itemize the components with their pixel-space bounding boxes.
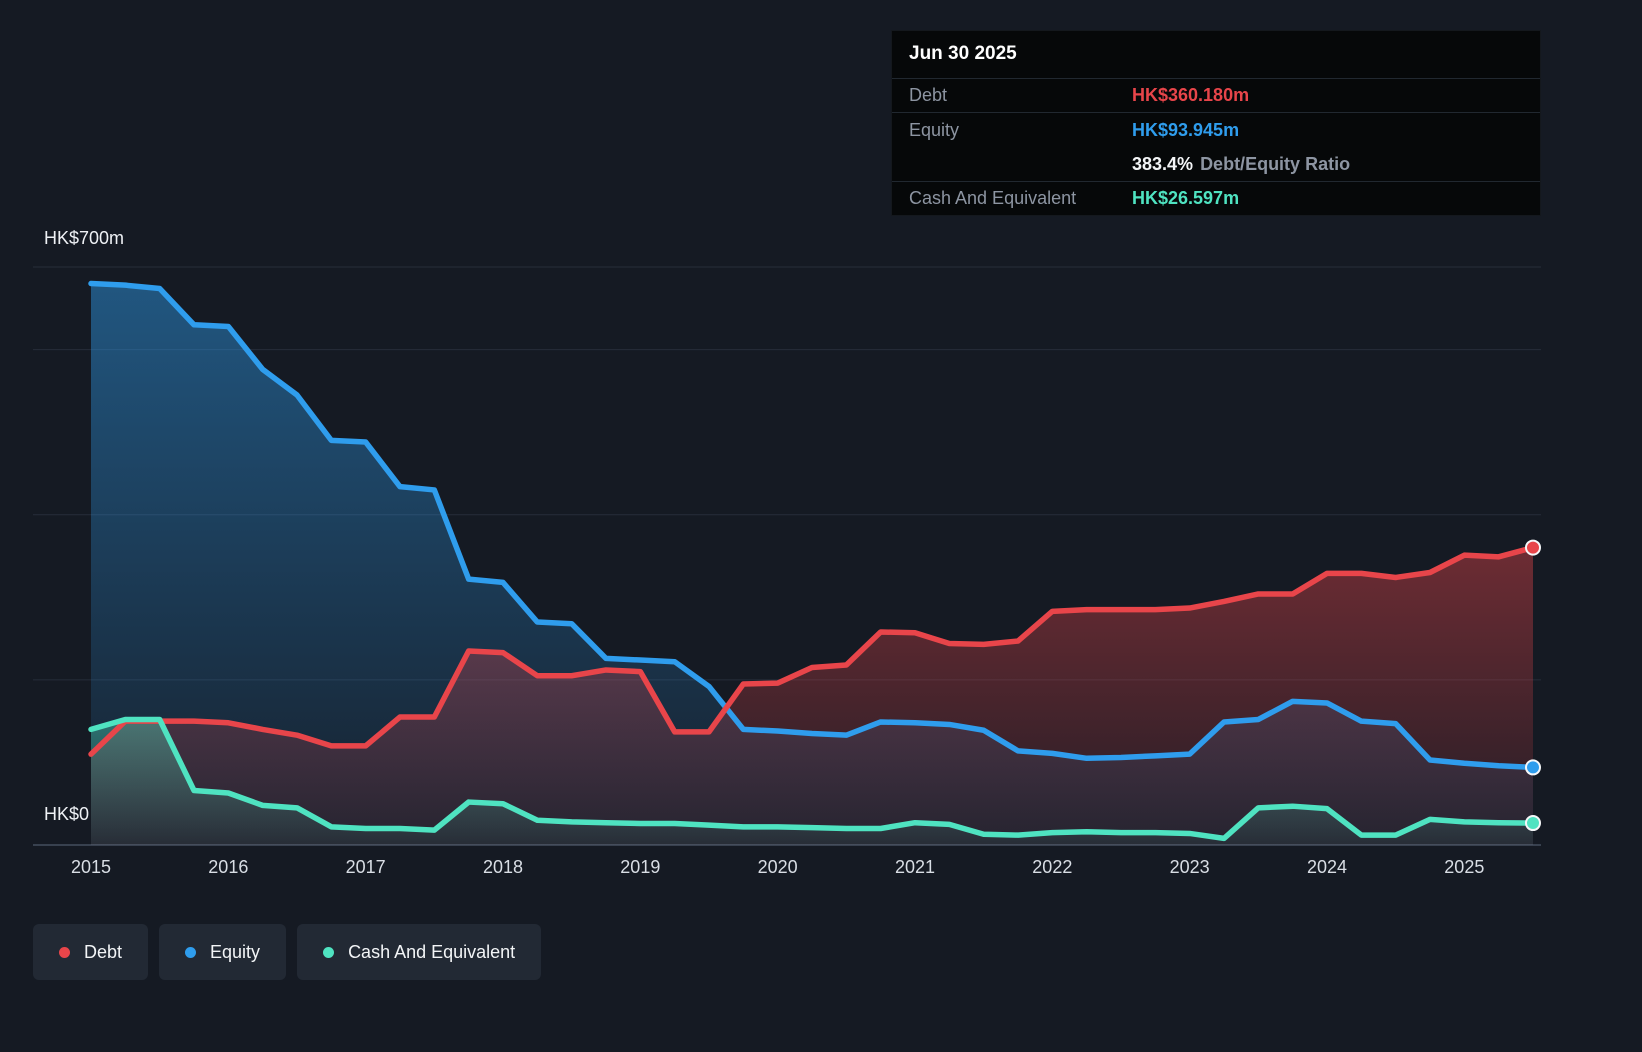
tooltip-ratio-text: 383.4% Debt/Equity Ratio [1132, 154, 1350, 175]
tooltip-debt-row: Debt HK$360.180m [892, 79, 1540, 113]
tooltip-date: Jun 30 2025 [892, 31, 1540, 79]
equity-end-marker [1525, 759, 1541, 776]
x-tick-2016: 2016 [208, 857, 249, 877]
x-tick-2024: 2024 [1306, 857, 1348, 877]
tooltip-equity-value: HK$93.945m [1132, 119, 1240, 140]
legend-item-cash[interactable]: Cash And Equivalent [297, 924, 542, 980]
data-tooltip: Jun 30 2025 Debt HK$360.180m Equity HK$9… [891, 30, 1541, 216]
tooltip-ratio-label: Debt/Equity Ratio [1200, 153, 1351, 174]
x-tick-2021: 2021 [894, 857, 936, 877]
legend-item-debt[interactable]: Debt [33, 924, 149, 980]
legend-item-equity[interactable]: Equity [159, 924, 287, 980]
tooltip-debt-value: HK$360.180m [1132, 85, 1250, 105]
x-tick-2018: 2018 [482, 857, 524, 877]
cash-end-marker [1525, 815, 1541, 832]
chart-canvas: HK$700m HK$0 2015 2016 2017 2018 2019 2020 202… [0, 0, 1642, 1052]
tooltip-ratio-value: 383.4% [1132, 153, 1194, 174]
x-tick-2023: 2023 [1169, 857, 1210, 877]
legend: Debt Equity Cash And Equivalent [33, 924, 542, 980]
x-tick-2020: 2020 [757, 857, 798, 877]
tooltip-cash-value: HK$26.597m [1132, 188, 1240, 208]
debt-legend-label: Debt [84, 941, 123, 962]
cash-legend-dot-icon [323, 946, 335, 958]
x-tick-2025: 2025 [1444, 857, 1485, 877]
x-tick-2015: 2015 [70, 857, 112, 877]
x-tick-2017: 2017 [345, 857, 386, 877]
y-axis-zero-label: HK$0 [44, 804, 90, 824]
tooltip-equity-row: Equity HK$93.945m [892, 113, 1540, 147]
debt-end-marker [1525, 539, 1541, 556]
tooltip-cash-row: Cash And Equivalent HK$26.597m [892, 181, 1540, 215]
tooltip-ratio-row: 383.4% Debt/Equity Ratio [892, 147, 1540, 181]
cash-legend-label: Cash And Equivalent [348, 941, 516, 962]
x-tick-2019: 2019 [620, 857, 661, 877]
x-tick-2022: 2022 [1032, 857, 1073, 877]
tooltip-equity-label: Equity [909, 119, 960, 140]
tooltip-cash-label: Cash And Equivalent [909, 188, 1077, 208]
equity-legend-label: Equity [210, 941, 261, 962]
debt-legend-dot-icon [59, 946, 70, 958]
y-axis-max-label: HK$700m [44, 228, 125, 248]
equity-legend-dot-icon [185, 946, 197, 958]
x-axis: 2015 2016 2017 2018 2019 2020 2021 2022 2023 2024… [0, 857, 1642, 887]
tooltip-debt-label: Debt [909, 85, 948, 105]
